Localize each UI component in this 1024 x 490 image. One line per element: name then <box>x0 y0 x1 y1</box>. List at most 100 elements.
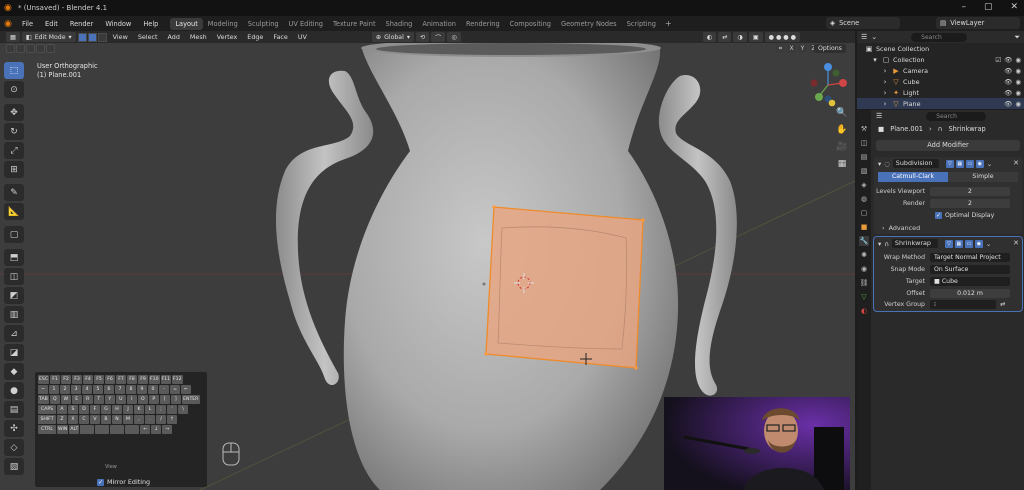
menu-window[interactable]: Window <box>99 20 137 28</box>
tab-modeling[interactable]: Modeling <box>203 18 243 30</box>
visibility-icon[interactable]: ◐ <box>702 32 717 42</box>
outliner-editor-icon[interactable]: ☰ <box>861 33 867 41</box>
eye-icon[interactable]: 👁 <box>1004 100 1012 108</box>
menu-select[interactable]: Select <box>133 33 163 41</box>
eye-icon[interactable]: 👁 <box>1004 89 1012 97</box>
scene-tab-icon[interactable]: ◈ <box>859 180 869 190</box>
tab-shading[interactable]: Shading <box>381 18 418 30</box>
optimal-display-checkbox[interactable]: ✓ Optimal Display <box>935 212 994 219</box>
outliner-item-camera[interactable]: › ▶ Camera 👁 ◉ <box>857 65 1024 76</box>
chevron-right-icon[interactable]: › <box>881 100 889 108</box>
dropdown-icon[interactable]: ⌄ <box>986 240 991 248</box>
output-tab-icon[interactable]: ▤ <box>859 152 869 162</box>
select-new-icon[interactable] <box>6 44 15 53</box>
offset-field[interactable]: 0.012 m <box>930 289 1010 298</box>
add-cube-tool-icon[interactable]: ▢ <box>4 226 24 243</box>
invert-arrows-icon[interactable]: ⇄ <box>1000 301 1005 308</box>
advanced-subpanel[interactable]: › Advanced <box>874 222 1022 234</box>
menu-uv[interactable]: UV <box>293 33 312 41</box>
loop-cut-tool-icon[interactable]: ▥ <box>4 306 24 323</box>
camera-view-icon[interactable]: 🎥 <box>836 141 848 153</box>
render-toggle-icon[interactable]: ◉ <box>974 239 983 248</box>
camera-restrict-icon[interactable]: ◉ <box>1015 56 1021 64</box>
rip-tool-icon[interactable]: ▧ <box>4 458 24 475</box>
eye-icon[interactable]: 👁 <box>1004 56 1012 64</box>
modifier-name-field[interactable]: Shrinkwrap <box>891 239 938 248</box>
tab-animation[interactable]: Animation <box>417 18 461 30</box>
chevron-right-icon[interactable]: › <box>881 89 889 97</box>
vertex-group-field[interactable]: ⁝ <box>930 300 996 309</box>
vertex-handle[interactable] <box>634 366 638 370</box>
bevel-tool-icon[interactable]: ◩ <box>4 287 24 304</box>
menu-edge[interactable]: Edge <box>242 33 268 41</box>
xray-toggle-icon[interactable]: ▣ <box>748 32 763 42</box>
cursor-tool-icon[interactable]: ⊙ <box>4 81 24 98</box>
select-box-tool-icon[interactable]: ⬚ <box>4 62 24 79</box>
overlay-toggle-icon[interactable]: ◑ <box>733 32 747 42</box>
menu-mesh[interactable]: Mesh <box>185 33 212 41</box>
chevron-right-icon[interactable]: › <box>882 224 885 232</box>
zoom-icon[interactable]: 🔍 <box>836 107 848 119</box>
snapping-icon[interactable]: ⌒ <box>431 32 446 42</box>
tab-compositing[interactable]: Compositing <box>505 18 556 30</box>
rotate-tool-icon[interactable]: ↻ <box>4 123 24 140</box>
tab-geometry-nodes[interactable]: Geometry Nodes <box>556 18 622 30</box>
shear-tool-icon[interactable]: ◇ <box>4 439 24 456</box>
select-intersect-icon[interactable] <box>46 44 55 53</box>
options-dropdown[interactable]: Options <box>814 44 846 53</box>
chevron-down-icon[interactable]: ▾ <box>871 56 879 64</box>
camera-restrict-icon[interactable]: ◉ <box>1015 100 1021 108</box>
menu-vertex[interactable]: Vertex <box>212 33 243 41</box>
transform-tool-icon[interactable]: ⊞ <box>4 161 24 178</box>
outliner-search-input[interactable]: Search <box>911 32 968 42</box>
blender-menu-icon[interactable]: ◉ <box>0 19 16 29</box>
dropdown-icon[interactable]: ⌄ <box>987 160 992 168</box>
tab-rendering[interactable]: Rendering <box>461 18 505 30</box>
close-icon[interactable]: ✕ <box>1013 239 1019 247</box>
axis-y-toggle[interactable]: Y <box>798 44 807 53</box>
select-extend-icon[interactable] <box>16 44 25 53</box>
tab-layout[interactable]: Layout <box>170 17 203 30</box>
vertex-handle[interactable] <box>641 218 645 222</box>
pan-hand-icon[interactable]: ✋ <box>836 124 848 136</box>
extrude-tool-icon[interactable]: ⬒ <box>4 249 24 266</box>
mirror-axis-icon[interactable]: ⌗ <box>776 44 785 53</box>
filter-funnel-icon[interactable]: ⏷ <box>1014 33 1020 42</box>
select-invert-icon[interactable] <box>36 44 45 53</box>
camera-restrict-icon[interactable]: ◉ <box>1015 78 1021 86</box>
shrink-fatten-tool-icon[interactable]: ✣ <box>4 420 24 437</box>
chevron-down-icon[interactable]: ▾ <box>878 160 881 168</box>
outliner-item-light[interactable]: › ✦ Light 👁 ◉ <box>857 87 1024 98</box>
knife-tool-icon[interactable]: ⊿ <box>4 325 24 342</box>
close-icon[interactable]: ✕ <box>1010 2 1018 12</box>
viewport-toggle-icon[interactable]: ▭ <box>964 239 973 248</box>
menu-render[interactable]: Render <box>64 20 99 28</box>
select-box-modes[interactable] <box>6 44 55 53</box>
edit-mode-toggle-icon[interactable]: ▦ <box>955 159 964 168</box>
tab-texture-paint[interactable]: Texture Paint <box>328 18 381 30</box>
add-modifier-button[interactable]: Add Modifier <box>876 140 1020 151</box>
collection-tab-icon[interactable]: ▢ <box>859 208 869 218</box>
poly-build-tool-icon[interactable]: ◪ <box>4 344 24 361</box>
modifier-tab-icon[interactable]: 🔧 <box>859 236 869 246</box>
shading-mode-icons[interactable]: ● ● ● ● <box>764 32 801 42</box>
filter-icon[interactable]: ⌄ <box>871 33 877 41</box>
vertex-handle[interactable] <box>492 205 496 209</box>
close-icon[interactable]: ✕ <box>1013 159 1019 167</box>
transform-orientation-selector[interactable]: ⊕ Global ▾ <box>371 32 414 42</box>
move-tool-icon[interactable]: ✥ <box>4 104 24 121</box>
select-mode-toggles[interactable] <box>77 32 108 42</box>
edge-select-icon[interactable] <box>87 32 97 42</box>
scene-selector[interactable]: ◈ Scene <box>826 17 900 29</box>
properties-search-input[interactable]: Search <box>926 111 987 121</box>
tab-sculpting[interactable]: Sculpting <box>243 18 284 30</box>
outliner-item-plane[interactable]: › ▽ Plane 👁 ◉ <box>857 98 1024 109</box>
select-subtract-icon[interactable] <box>26 44 35 53</box>
smooth-tool-icon[interactable]: ● <box>4 382 24 399</box>
chevron-right-icon[interactable]: › <box>881 78 889 86</box>
viewport-toggle-icon[interactable]: ▭ <box>965 159 974 168</box>
view-layer-tab-icon[interactable]: ▧ <box>859 166 869 176</box>
on-cage-icon[interactable]: ▽ <box>944 239 953 248</box>
wrap-method-select[interactable]: Target Normal Project <box>930 253 1010 262</box>
minimize-icon[interactable]: – <box>961 2 966 12</box>
